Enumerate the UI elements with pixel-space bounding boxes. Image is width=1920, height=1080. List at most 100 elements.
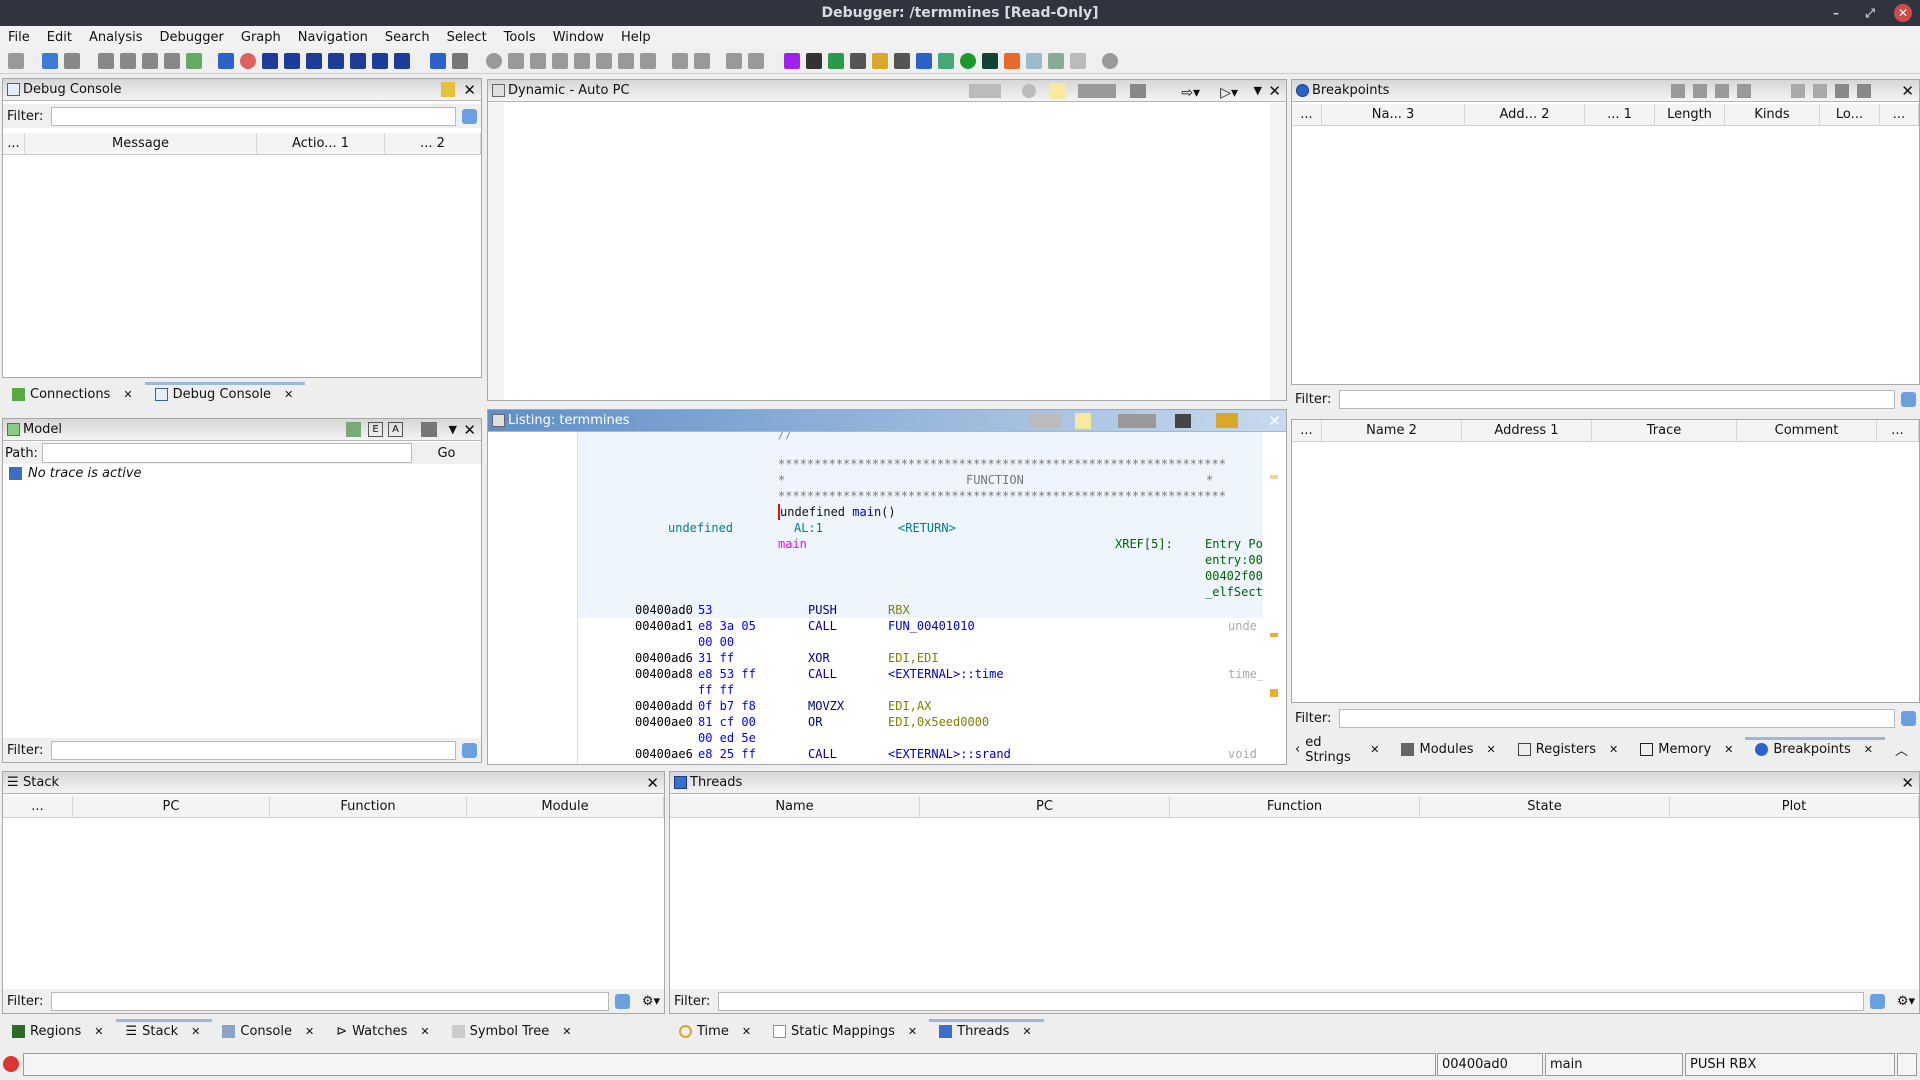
refresh-icon[interactable] xyxy=(828,53,844,69)
bytes-icon[interactable] xyxy=(806,53,822,69)
enable-disable-icons[interactable] xyxy=(1791,84,1827,98)
highlight-icon[interactable] xyxy=(1216,413,1238,428)
settings-icon[interactable]: ⚙▾ xyxy=(1897,994,1915,1009)
function-signature[interactable]: undefined main() xyxy=(778,504,896,520)
filter-options-icon[interactable] xyxy=(1869,993,1885,1009)
column-header-length[interactable]: Length xyxy=(1655,104,1725,125)
filter-input[interactable] xyxy=(718,991,1864,1011)
checkmark-icon[interactable] xyxy=(784,53,800,69)
column-header-name[interactable]: Name 2 xyxy=(1322,420,1462,441)
stop-debug-icon[interactable] xyxy=(552,53,568,69)
run-icon[interactable] xyxy=(960,53,976,69)
menu-window[interactable]: Window xyxy=(553,30,604,45)
listing-row[interactable]: ff ff xyxy=(578,682,1263,698)
tab-debug-console[interactable]: Debug Console ✕ xyxy=(144,382,306,407)
listing-row[interactable]: 00400ae0 81 cf 00 OR EDI,0x5eed0000 xyxy=(578,714,1263,730)
close-icon[interactable]: ✕ xyxy=(1901,772,1914,794)
field-icons[interactable] xyxy=(1118,414,1156,428)
filter-input[interactable] xyxy=(51,740,456,760)
menu-edit[interactable]: Edit xyxy=(47,30,72,45)
xref-item[interactable]: Entry Po xyxy=(1205,536,1263,552)
listing-row[interactable]: 00 00 xyxy=(578,634,1263,650)
menu-file[interactable]: File xyxy=(8,30,30,45)
column-header-module[interactable]: Module xyxy=(467,796,664,817)
function-icon[interactable] xyxy=(350,53,366,69)
tab-static-mappings[interactable]: Static Mappings ✕ xyxy=(763,1019,929,1044)
instruction-icon[interactable] xyxy=(262,53,278,69)
column-header[interactable]: ... xyxy=(3,133,25,154)
target-icon[interactable] xyxy=(430,53,446,69)
menu-graph[interactable]: Graph xyxy=(241,30,281,45)
step-last-icon[interactable] xyxy=(640,53,656,69)
column-header[interactable]: ... xyxy=(1292,420,1322,441)
tab-threads[interactable]: Threads ✕ xyxy=(929,1019,1045,1044)
nav-icon[interactable] xyxy=(164,53,180,69)
cursor-track-icon[interactable] xyxy=(1075,413,1091,429)
close-icon[interactable]: ✕ xyxy=(1268,410,1281,432)
undo-icon[interactable] xyxy=(726,53,742,69)
image-icon[interactable] xyxy=(1048,53,1064,69)
column-header-address[interactable]: Address 1 xyxy=(1462,420,1592,441)
tree-icon[interactable] xyxy=(1070,53,1086,69)
close-tab-icon[interactable]: ✕ xyxy=(420,1025,429,1038)
column-header-name[interactable]: Name xyxy=(670,796,920,817)
close-icon[interactable]: ✕ xyxy=(463,419,476,441)
close-tab-icon[interactable]: ✕ xyxy=(908,1025,917,1038)
tab-regions[interactable]: Regions ✕ xyxy=(2,1019,116,1044)
column-header-state[interactable]: State xyxy=(1420,796,1670,817)
chip-icon[interactable] xyxy=(982,53,998,69)
xref-item[interactable]: entry:00 xyxy=(1205,552,1263,568)
clear-icon[interactable] xyxy=(441,82,455,97)
close-tab-icon[interactable]: ✕ xyxy=(305,1025,314,1038)
close-tab-icon[interactable]: ✕ xyxy=(1724,743,1733,756)
label-icon[interactable] xyxy=(328,53,344,69)
play-icon[interactable] xyxy=(508,53,524,69)
listing-row[interactable]: 00400ad0 53 PUSH RBX xyxy=(578,602,1263,618)
path-input[interactable] xyxy=(41,443,412,463)
column-header-plot[interactable]: Plot xyxy=(1670,796,1919,817)
down-arrow-icon[interactable] xyxy=(218,53,234,69)
minimize-icon[interactable]: – xyxy=(1827,4,1845,22)
close-tab-icon[interactable]: ✕ xyxy=(562,1025,571,1038)
nav-icon[interactable] xyxy=(186,53,202,69)
close-tab-icon[interactable]: ✕ xyxy=(1370,743,1379,756)
bookmark-icon[interactable] xyxy=(394,53,410,69)
listing-row[interactable]: 00400ad6 31 ff XOR EDI,EDI xyxy=(578,650,1263,666)
filter-options-icon[interactable] xyxy=(614,993,630,1009)
cursor-track-icon[interactable] xyxy=(1050,83,1066,99)
step-into-icon[interactable] xyxy=(574,53,590,69)
tab-defined-strings[interactable]: ‹ ed Strings ✕ xyxy=(1291,735,1391,765)
close-window-icon[interactable]: ✕ xyxy=(1894,4,1912,22)
step-over-icon[interactable] xyxy=(596,53,612,69)
filter-input[interactable] xyxy=(1339,389,1895,409)
listing-body[interactable]: // *************************************… xyxy=(578,432,1263,762)
menu-tools[interactable]: Tools xyxy=(504,30,536,45)
column-header[interactable]: ... xyxy=(1880,104,1919,125)
track-pc-icon[interactable]: ▷▾ xyxy=(1220,82,1238,104)
listing-row[interactable]: 00400ad8 e8 53 ff CALL <EXTERNAL>::time time… xyxy=(578,666,1263,682)
close-tab-icon[interactable]: ✕ xyxy=(1864,743,1873,756)
tab-breakpoints[interactable]: Breakpoints ✕ xyxy=(1745,737,1885,762)
close-icon[interactable]: ✕ xyxy=(463,79,476,101)
ghidra-status-icon[interactable] xyxy=(3,1056,19,1072)
snapshot-icon[interactable] xyxy=(1175,414,1191,428)
menu-analysis[interactable]: Analysis xyxy=(89,30,143,45)
copy-icon[interactable] xyxy=(969,84,1001,98)
column-header-address[interactable]: Add... 2 xyxy=(1465,104,1585,125)
menu-search[interactable]: Search xyxy=(385,30,430,45)
attributes-button[interactable]: A xyxy=(388,422,403,437)
column-header-pc[interactable]: PC xyxy=(920,796,1170,817)
close-tab-icon[interactable]: ✕ xyxy=(742,1025,751,1038)
window-icon[interactable] xyxy=(1026,53,1042,69)
save-icon[interactable] xyxy=(8,53,24,69)
filter-options-icon[interactable] xyxy=(1901,710,1916,726)
dropdown-icon[interactable]: ▼ xyxy=(1254,80,1262,102)
column-header[interactable]: ... 1 xyxy=(1585,104,1655,125)
tab-connections[interactable]: Connections ✕ xyxy=(2,382,145,407)
xref-item[interactable]: _elfSect xyxy=(1205,584,1263,600)
forward-icon[interactable] xyxy=(64,53,80,69)
column-header-message[interactable]: Message xyxy=(25,133,257,154)
filter-options-icon[interactable] xyxy=(462,742,477,758)
dropdown-icon[interactable]: ▼ xyxy=(449,419,457,441)
listing-row[interactable]: 00400ae6 e8 25 ff CALL <EXTERNAL>::srand voi… xyxy=(578,746,1263,762)
